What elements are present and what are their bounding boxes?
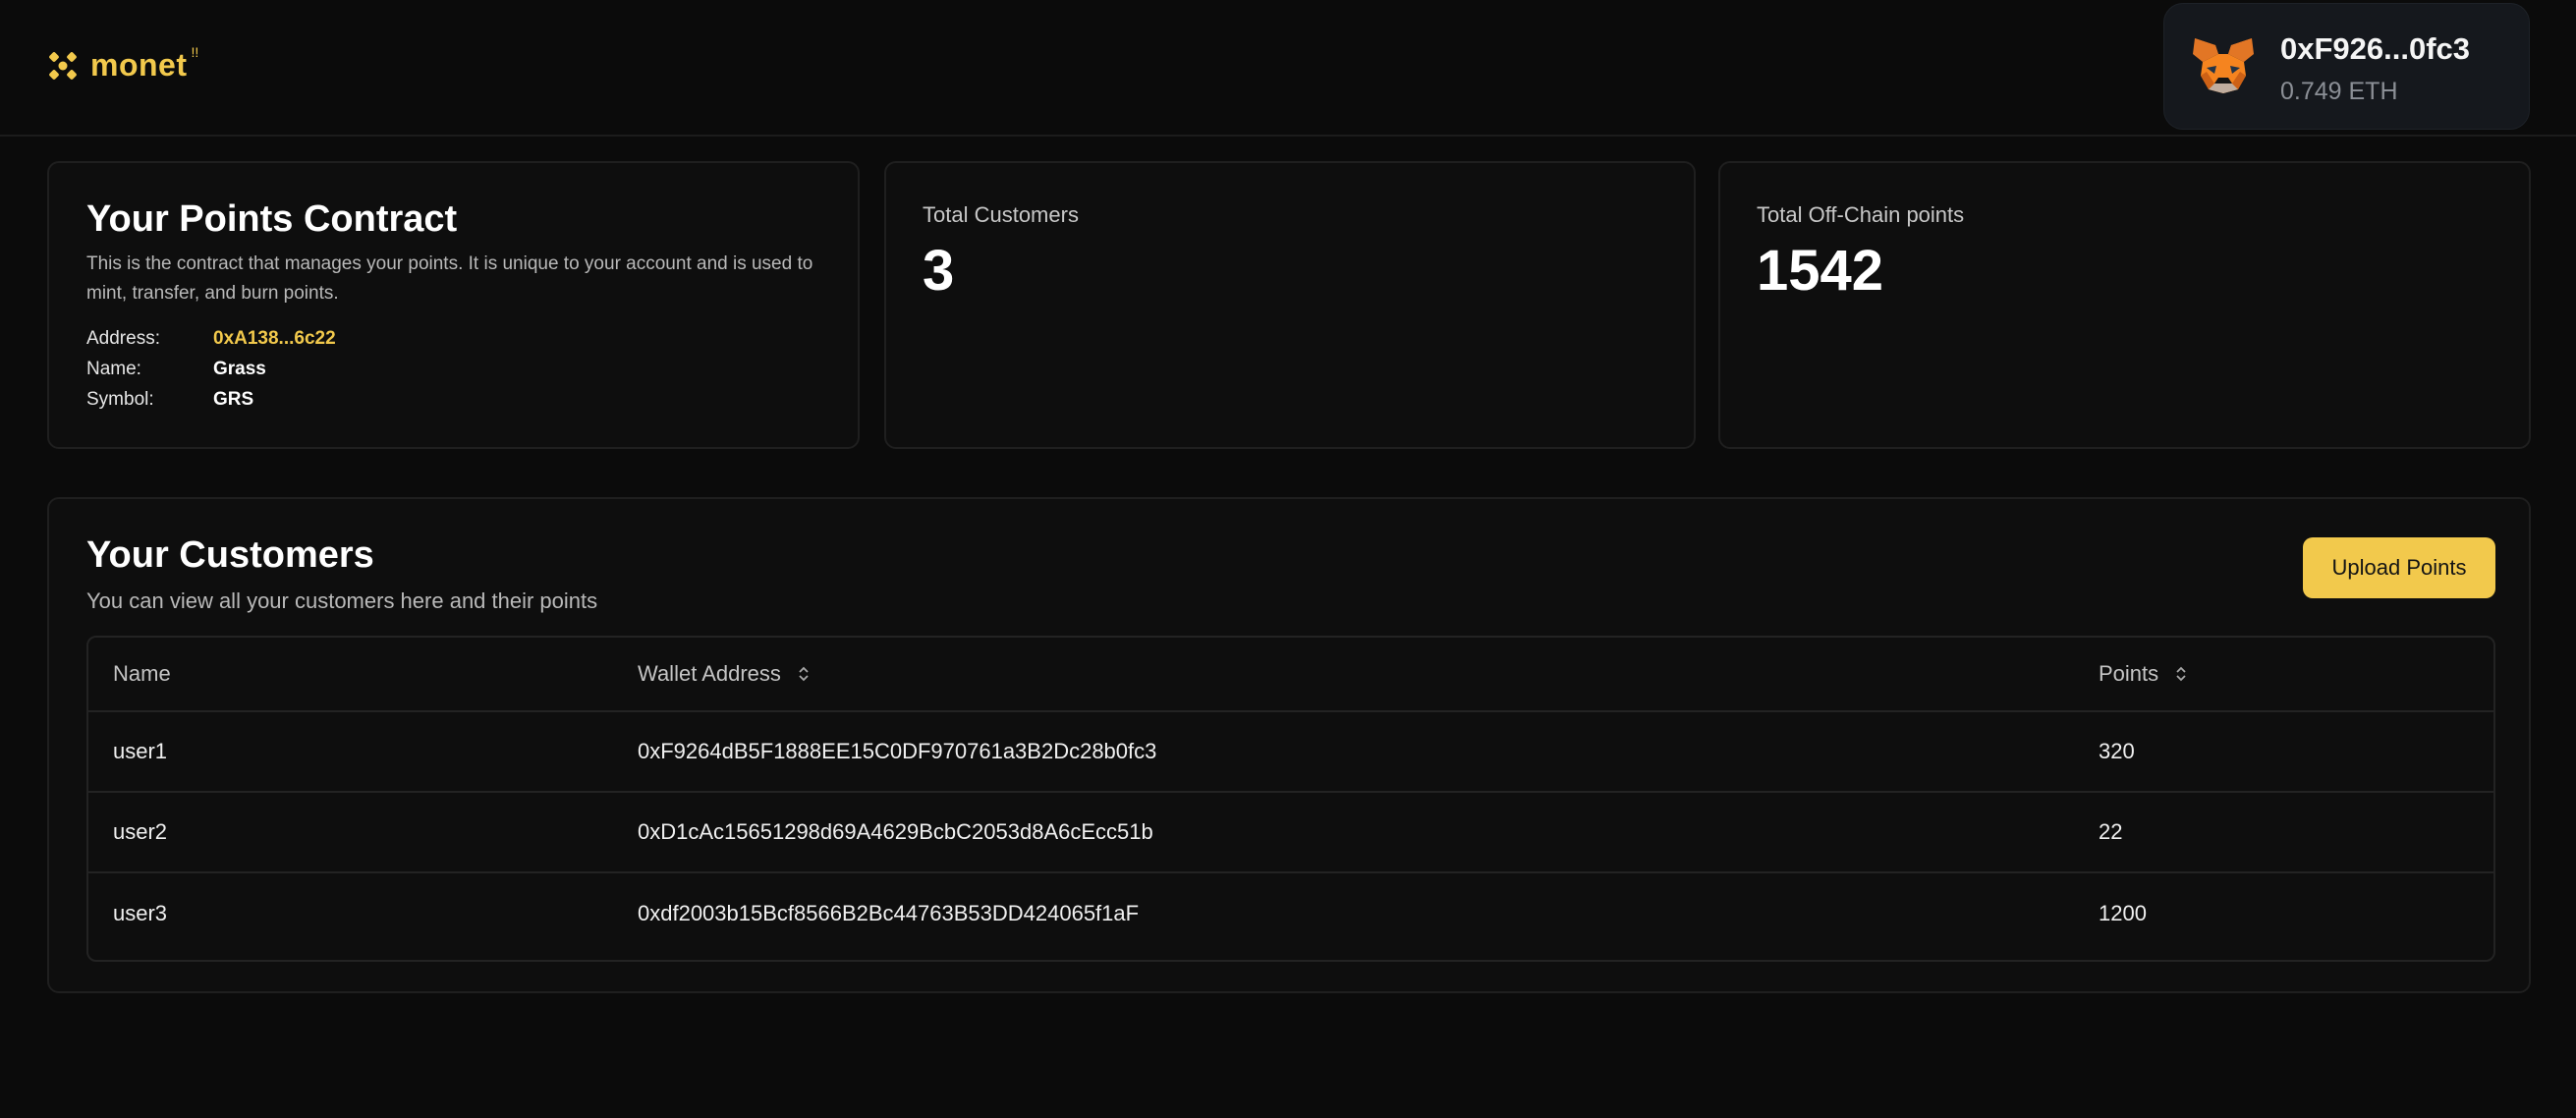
customer-wallet-cell: 0xD1cAc15651298d69A4629BcbC2053d8A6cEcc5… — [638, 819, 1153, 844]
total-points-value: 1542 — [1757, 239, 1884, 303]
customers-subtitle: You can view all your customers here and… — [86, 588, 598, 613]
total-customers-card: Total Customers 3 — [884, 161, 1696, 449]
customers-panel: Your Customers You can view all your cus… — [47, 497, 2531, 993]
table-row[interactable]: user1 0xF9264dB5F1888EE15C0DF970761a3B2D… — [88, 712, 2493, 793]
column-header-name-label: Name — [113, 661, 171, 686]
customer-points-cell: 1200 — [2099, 901, 2147, 925]
contract-name-label: Name: — [86, 359, 141, 379]
wallet-address: 0xF926...0fc3 — [2280, 31, 2471, 66]
sort-icon[interactable] — [2174, 665, 2188, 683]
contract-symbol-value: GRS — [213, 389, 254, 410]
contract-symbol-label: Symbol: — [86, 389, 154, 410]
column-header-wallet[interactable]: Wallet Address — [638, 638, 811, 710]
contract-address-value[interactable]: 0xA138...6c22 — [213, 328, 336, 350]
brand-logo-link[interactable]: monet !! — [47, 43, 199, 84]
table-row[interactable]: user3 0xdf2003b15Bcf8566B2Bc44763B53DD42… — [88, 873, 2493, 954]
wallet-balance: 0.749 ETH — [2280, 78, 2398, 105]
customers-title: Your Customers — [86, 534, 374, 576]
customer-name-cell: user2 — [113, 819, 168, 844]
contract-card-description: This is the contract that manages your p… — [86, 253, 813, 304]
dashboard-page: monet !! 0xF926...0fc3 0.749 ETH Your Po… — [0, 0, 2576, 1118]
column-header-name: Name — [113, 638, 171, 710]
customer-name-cell: user1 — [113, 739, 168, 763]
contract-address-label: Address: — [86, 328, 160, 349]
customer-points-cell: 320 — [2099, 739, 2135, 763]
total-points-label: Total Off-Chain points — [1757, 202, 1965, 227]
customer-points-cell: 22 — [2099, 819, 2123, 844]
brand-name: monet — [90, 47, 188, 83]
points-contract-card: Your Points Contract This is the contrac… — [47, 161, 860, 449]
table-row[interactable]: user2 0xD1cAc15651298d69A4629BcbC2053d8A… — [88, 793, 2493, 873]
total-customers-value: 3 — [923, 239, 955, 303]
top-header: monet !! 0xF926...0fc3 0.749 ETH — [0, 0, 2576, 137]
column-header-points-label: Points — [2099, 661, 2159, 686]
table-header-row: Name Wallet Address Points — [88, 638, 2493, 712]
customer-wallet-cell: 0xdf2003b15Bcf8566B2Bc44763B53DD424065f1… — [638, 901, 1140, 925]
upload-points-button[interactable]: Upload Points — [2303, 537, 2495, 598]
column-header-wallet-label: Wallet Address — [638, 661, 781, 686]
wallet-connect-button[interactable]: 0xF926...0fc3 0.749 ETH — [2163, 3, 2530, 130]
sort-icon[interactable] — [797, 665, 811, 683]
customer-wallet-cell: 0xF9264dB5F1888EE15C0DF970761a3B2Dc28b0f… — [638, 739, 1157, 763]
contract-name-value: Grass — [213, 359, 266, 379]
total-customers-label: Total Customers — [923, 202, 1079, 227]
total-points-card: Total Off-Chain points 1542 — [1718, 161, 2531, 449]
contract-card-title: Your Points Contract — [86, 198, 458, 240]
customers-table: Name Wallet Address Points user1 0xF9264… — [86, 636, 2495, 962]
metamask-fox-icon — [2193, 38, 2254, 93]
customer-name-cell: user3 — [113, 901, 168, 925]
brand-superscript: !! — [191, 43, 199, 60]
monet-logo-icon — [49, 51, 77, 80]
column-header-points[interactable]: Points — [2099, 638, 2188, 710]
